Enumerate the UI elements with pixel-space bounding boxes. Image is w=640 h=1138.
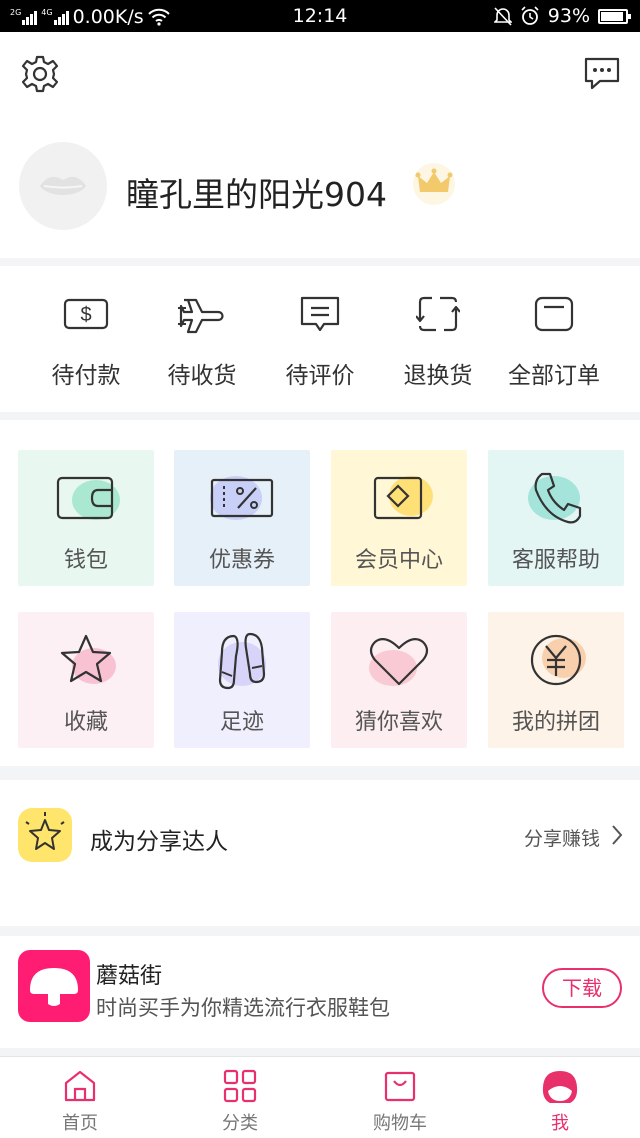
order-return-exchange[interactable]: 退换货 [374, 266, 502, 412]
tile-favorites[interactable]: 收藏 [18, 612, 154, 748]
promo-app-name: 蘑菇街 [96, 964, 163, 989]
order-pending-payment[interactable]: $ 待付款 [22, 266, 150, 412]
comment-icon [300, 296, 340, 332]
order-label: 待评价 [285, 363, 355, 389]
footprint-icon [218, 632, 266, 690]
avatar[interactable] [19, 142, 107, 230]
tile-label: 钱包 [63, 548, 108, 573]
alarm-icon [521, 6, 539, 25]
tab-category[interactable]: 分类 [160, 1057, 320, 1138]
settings-gear-icon[interactable] [20, 54, 60, 94]
yuan-icon [530, 634, 586, 686]
share-star-badge-icon [18, 808, 72, 862]
dollar-bill-icon: $ [63, 298, 109, 330]
tile-label: 客服帮助 [511, 548, 600, 573]
star-icon [60, 634, 116, 684]
cart-icon [384, 1071, 416, 1102]
username[interactable]: 瞳孔里的阳光904 [126, 168, 387, 216]
airplane-icon [178, 298, 224, 334]
svg-text:$: $ [80, 304, 91, 326]
tile-footprint[interactable]: 足迹 [174, 612, 310, 748]
tile-label: 收藏 [63, 710, 108, 735]
order-all[interactable]: 全部订单 [490, 266, 618, 412]
me-icon [542, 1071, 578, 1103]
tile-group-buy[interactable]: 我的拼团 [488, 612, 624, 748]
battery-icon [598, 8, 631, 24]
app-promo-banner[interactable]: 蘑菇街 时尚买手为你精选流行衣服鞋包 下载 [0, 936, 640, 1048]
order-label: 退换货 [403, 363, 473, 389]
wallet-icon [56, 476, 120, 520]
order-status-row: $ 待付款 待收货 待评价 退换货 全部订单 [0, 266, 640, 412]
status-right: 93% [493, 5, 631, 27]
phone-icon [528, 472, 582, 524]
tab-home[interactable]: 首页 [0, 1057, 160, 1138]
tile-label: 猜你喜欢 [354, 710, 443, 735]
tile-member-center[interactable]: 会员中心 [331, 450, 467, 586]
share-title: 成为分享达人 [90, 829, 228, 855]
tile-coupon[interactable]: 优惠券 [174, 450, 310, 586]
order-pending-review[interactable]: 待评价 [256, 266, 384, 412]
tab-label: 购物车 [373, 1113, 427, 1134]
tab-label: 我 [551, 1113, 569, 1134]
tile-label: 足迹 [219, 710, 264, 735]
order-label: 待付款 [51, 363, 121, 389]
battery-percent: 93% [547, 5, 590, 27]
status-bar: 2G 4G 0.00K/s 12:14 93% [0, 0, 640, 32]
tile-label: 我的拼团 [511, 710, 600, 735]
tab-label: 分类 [222, 1113, 258, 1134]
heart-icon [369, 637, 429, 686]
order-pending-delivery[interactable]: 待收货 [138, 266, 266, 412]
exchange-icon [416, 296, 460, 332]
service-grid: 钱包 优惠券 会员中心 客服帮助 收藏 足迹 猜你喜欢 我的拼团 [0, 420, 640, 766]
tile-label: 会员中心 [354, 548, 443, 573]
chevron-right-icon [612, 825, 623, 845]
tab-cart[interactable]: 购物车 [320, 1057, 480, 1138]
share-earn-link[interactable]: 分享赚钱 [524, 824, 600, 851]
tile-guess-you-like[interactable]: 猜你喜欢 [331, 612, 467, 748]
tile-wallet[interactable]: 钱包 [18, 450, 154, 586]
tab-label: 首页 [62, 1113, 98, 1134]
order-label: 全部订单 [508, 363, 600, 389]
orders-icon [534, 296, 574, 332]
download-button[interactable]: 下载 [542, 968, 622, 1008]
bottom-tab-bar: 首页 分类 购物车 我 [0, 1056, 640, 1138]
tab-me[interactable]: 我 [480, 1057, 640, 1138]
order-label: 待收货 [167, 363, 237, 389]
mogujie-logo-icon [18, 950, 90, 1022]
coupon-icon [210, 476, 274, 520]
category-icon [223, 1069, 257, 1103]
profile-header: 瞳孔里的阳光904 [0, 32, 640, 258]
tile-customer-service[interactable]: 客服帮助 [488, 450, 624, 586]
member-icon [373, 476, 433, 520]
home-icon [64, 1070, 96, 1102]
profile-page: 2G 4G 0.00K/s 12:14 93% 瞳孔里的阳光904 $ 待付款 … [0, 0, 640, 1138]
crown-icon [413, 163, 455, 205]
lips-icon [40, 176, 86, 195]
message-icon[interactable] [582, 56, 622, 92]
promo-app-description: 时尚买手为你精选流行衣服鞋包 [96, 996, 390, 1020]
tile-label: 优惠券 [208, 548, 275, 573]
mute-bell-icon [493, 7, 512, 26]
share-expert-row[interactable]: 成为分享达人 分享赚钱 [0, 780, 640, 926]
